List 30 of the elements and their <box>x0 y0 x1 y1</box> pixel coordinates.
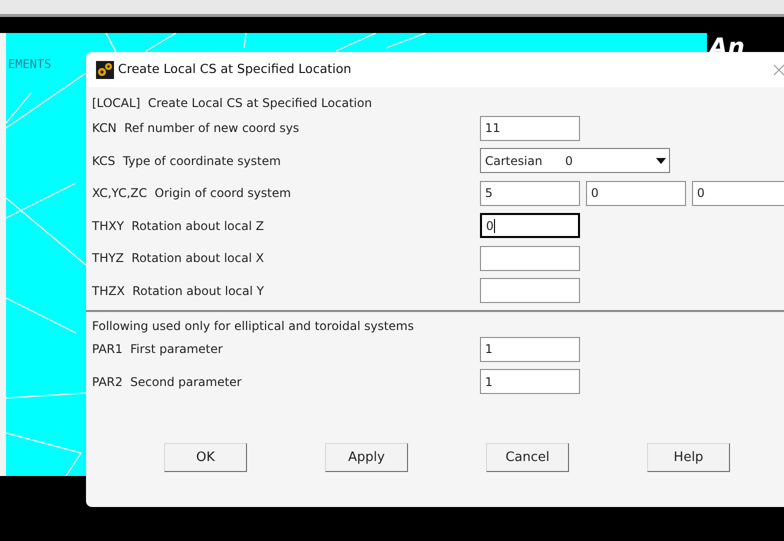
window-title: Create Local CS at Specified Location <box>118 60 352 78</box>
input-field[interactable]: 1 <box>480 336 580 362</box>
input-field[interactable]: 11 <box>480 116 580 141</box>
type-dropdown[interactable]: Cartesian 0 <box>480 148 670 174</box>
input-field[interactable] <box>480 278 580 304</box>
text-cursor <box>494 218 495 233</box>
dropdown-arrow-icon <box>655 156 667 165</box>
field-label: THXY Rotation about local Z <box>92 218 265 235</box>
dialog-heading: [LOCAL] Create Local CS at Specified Location <box>92 95 373 112</box>
close-icon[interactable] <box>773 64 784 76</box>
graphics-label: EMENTS <box>8 56 52 73</box>
dialog-button[interactable]: Apply <box>325 443 408 472</box>
dialog-button[interactable]: Cancel <box>486 443 569 472</box>
input-field[interactable]: 0 <box>586 180 686 206</box>
field-label: PAR1 First parameter <box>92 341 224 358</box>
field-label: THYZ Rotation about local X <box>92 250 265 268</box>
field-label: PAR2 Second parameter <box>92 374 243 391</box>
section-note: Following used only for elliptical and toroidal systems <box>92 318 415 333</box>
input-field[interactable]: 0 <box>692 180 784 206</box>
dialog-button[interactable]: OK <box>164 443 247 472</box>
input-field[interactable]: 1 <box>480 369 580 394</box>
input-field[interactable]: 5 <box>480 180 580 206</box>
input-field[interactable]: 0 <box>480 213 580 238</box>
gears-icon <box>96 60 114 78</box>
input-field[interactable] <box>480 246 580 271</box>
dialog-button[interactable]: Help <box>647 443 730 472</box>
field-label: THZX Rotation about local Y <box>92 282 265 300</box>
field-label: KCS Type of coordinate system <box>92 152 282 170</box>
field-label: XC,YC,ZC Origin of coord system <box>92 185 292 202</box>
field-label: KCN Ref number of new coord sys <box>92 120 300 138</box>
